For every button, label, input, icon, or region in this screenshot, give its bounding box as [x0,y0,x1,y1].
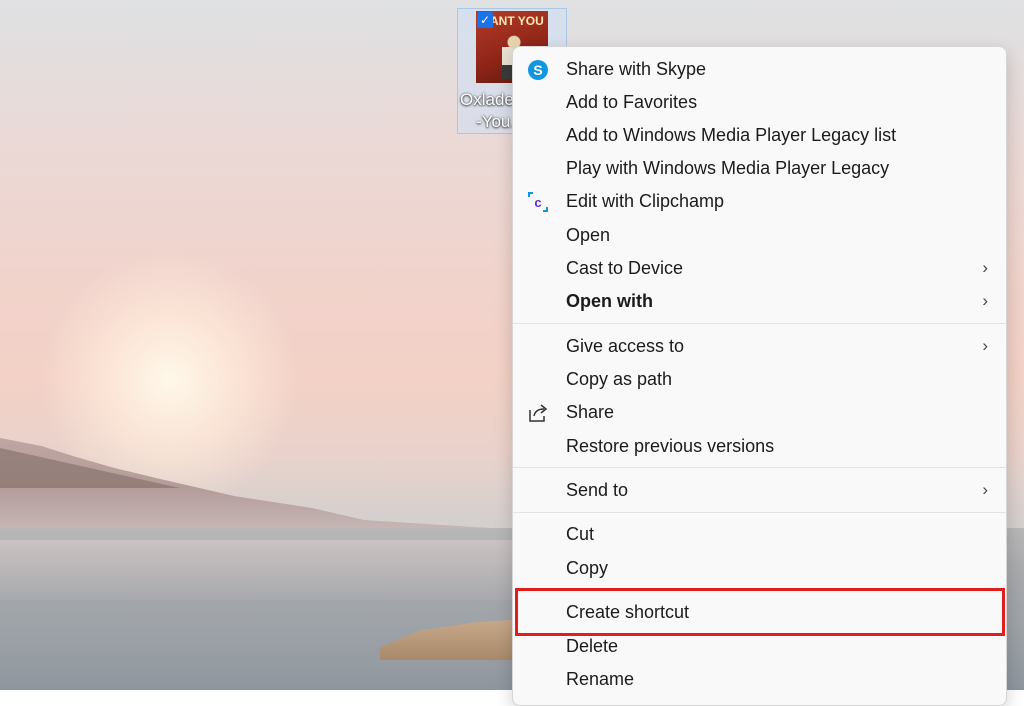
menu-item-label: Play with Windows Media Player Legacy [566,158,890,178]
menu-item-copy[interactable]: Copy [513,552,1006,585]
menu-item-rename[interactable]: Rename [513,663,1006,696]
svg-text:c: c [534,195,541,210]
skype-icon: S [528,60,548,80]
menu-item-label: Cast to Device [566,258,684,278]
menu-item-give-access-to[interactable]: Give access to › [513,330,1006,363]
chevron-right-icon: › [982,480,988,499]
menu-item-add-to-favorites[interactable]: Add to Favorites [513,86,1006,119]
menu-item-copy-as-path[interactable]: Copy as path [513,363,1006,396]
menu-item-play-with-wmp[interactable]: Play with Windows Media Player Legacy [513,152,1006,185]
menu-item-add-to-wmp-list[interactable]: Add to Windows Media Player Legacy list [513,119,1006,152]
menu-item-label: Delete [566,636,619,656]
menu-item-label: Rename [566,669,635,689]
highlight-box-create-shortcut [515,588,1005,636]
wallpaper-lake-reflection [0,540,520,600]
menu-item-label: Restore previous versions [566,436,775,456]
clipchamp-icon: c [528,192,548,212]
chevron-right-icon: › [982,291,988,310]
menu-item-open-with[interactable]: Open with › [513,285,1006,318]
menu-item-label: Copy as path [566,369,673,389]
share-icon [529,404,548,422]
menu-item-share[interactable]: Share [513,396,1006,429]
menu-item-label: Cut [566,524,595,544]
svg-text:S: S [533,62,542,78]
menu-item-label: Open with [566,291,653,311]
menu-item-label: Open [566,225,611,245]
menu-item-label: Send to [566,480,629,500]
menu-item-label: Share [566,402,615,422]
menu-item-edit-with-clipchamp[interactable]: c Edit with Clipchamp [513,185,1006,218]
menu-item-label: Add to Windows Media Player Legacy list [566,125,897,145]
menu-item-cast-to-device[interactable]: Cast to Device › [513,252,1006,285]
selection-checkbox-icon[interactable]: ✓ [477,12,493,28]
menu-separator [513,323,1006,324]
menu-item-send-to[interactable]: Send to › [513,474,1006,507]
menu-separator [513,512,1006,513]
menu-item-label: Share with Skype [566,59,707,79]
chevron-right-icon: › [982,258,988,277]
menu-item-open[interactable]: Open [513,219,1006,252]
menu-item-label: Add to Favorites [566,92,698,112]
menu-item-label: Edit with Clipchamp [566,191,725,211]
menu-item-share-with-skype[interactable]: S Share with Skype [513,53,1006,86]
chevron-right-icon: › [982,336,988,355]
menu-item-label: Copy [566,558,609,578]
menu-separator [513,467,1006,468]
thumbnail-text: ANT YOU [490,14,544,28]
menu-item-label: Give access to [566,336,685,356]
menu-item-cut[interactable]: Cut [513,518,1006,551]
menu-item-restore-previous-versions[interactable]: Restore previous versions [513,430,1006,463]
